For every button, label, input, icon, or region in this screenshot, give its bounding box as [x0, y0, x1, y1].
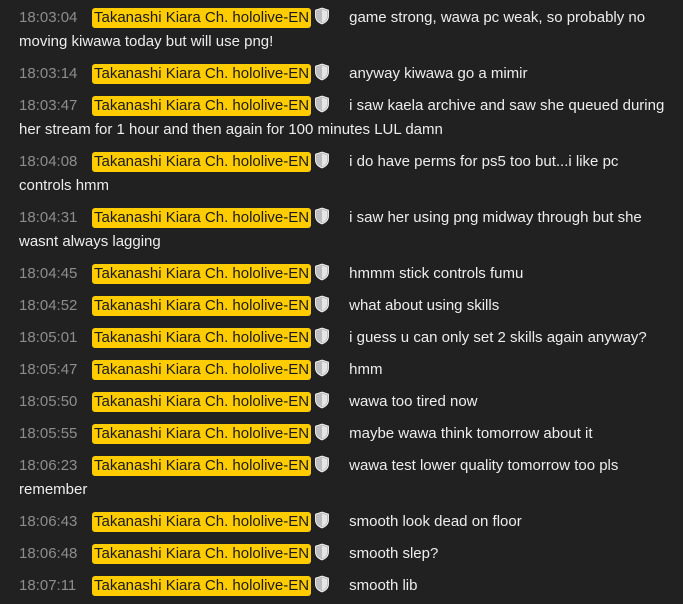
- message-timestamp: 18:05:01: [19, 329, 78, 346]
- chat-message: 18:05:55 Takanashi Kiara Ch. hololive-EN …: [19, 422, 675, 446]
- chat-message: 18:07:11 Takanashi Kiara Ch. hololive-EN …: [19, 574, 675, 598]
- message-timestamp: 18:04:31: [19, 209, 78, 226]
- author-name[interactable]: Takanashi Kiara Ch. hololive-EN: [92, 96, 312, 116]
- message-text: smooth slep?: [349, 545, 439, 562]
- moderator-shield-icon: [315, 151, 330, 169]
- chat-message: 18:04:08 Takanashi Kiara Ch. hololive-EN …: [19, 150, 675, 198]
- author-name[interactable]: Takanashi Kiara Ch. hololive-EN: [92, 544, 312, 564]
- author-name[interactable]: Takanashi Kiara Ch. hololive-EN: [92, 392, 312, 412]
- message-timestamp: 18:04:08: [19, 153, 78, 170]
- chat-message: 18:05:01 Takanashi Kiara Ch. hololive-EN …: [19, 326, 675, 350]
- chat-message: 18:06:43 Takanashi Kiara Ch. hololive-EN …: [19, 510, 675, 534]
- message-timestamp: 18:06:43: [19, 513, 78, 530]
- author-name[interactable]: Takanashi Kiara Ch. hololive-EN: [92, 8, 312, 28]
- moderator-shield-icon: [315, 63, 330, 81]
- moderator-shield-icon: [315, 327, 330, 345]
- moderator-shield-icon: [315, 423, 330, 441]
- message-text: smooth lib: [349, 577, 418, 594]
- message-timestamp: 18:06:48: [19, 545, 78, 562]
- moderator-shield-icon: [315, 7, 330, 25]
- author-name[interactable]: Takanashi Kiara Ch. hololive-EN: [92, 424, 312, 444]
- moderator-shield-icon: [315, 295, 330, 313]
- chat-message: 18:04:31 Takanashi Kiara Ch. hololive-EN …: [19, 206, 675, 254]
- message-text: smooth look dead on floor: [349, 513, 522, 530]
- message-text: wawa too tired now: [349, 393, 478, 410]
- chat-message: 18:04:52 Takanashi Kiara Ch. hololive-EN …: [19, 294, 675, 318]
- message-timestamp: 18:03:04: [19, 9, 78, 26]
- chat-message: 18:05:47 Takanashi Kiara Ch. hololive-EN …: [19, 358, 675, 382]
- author-name[interactable]: Takanashi Kiara Ch. hololive-EN: [92, 576, 312, 596]
- moderator-shield-icon: [315, 207, 330, 225]
- author-name[interactable]: Takanashi Kiara Ch. hololive-EN: [92, 208, 312, 228]
- message-text: maybe wawa think tomorrow about it: [349, 425, 593, 442]
- author-name[interactable]: Takanashi Kiara Ch. hololive-EN: [92, 456, 312, 476]
- message-text: i guess u can only set 2 skills again an…: [349, 329, 647, 346]
- message-text: hmm: [349, 361, 383, 378]
- author-name[interactable]: Takanashi Kiara Ch. hololive-EN: [92, 152, 312, 172]
- moderator-shield-icon: [315, 359, 330, 377]
- message-timestamp: 18:03:14: [19, 65, 78, 82]
- chat-message: 18:03:47 Takanashi Kiara Ch. hololive-EN …: [19, 94, 675, 142]
- author-name[interactable]: Takanashi Kiara Ch. hololive-EN: [92, 328, 312, 348]
- message-timestamp: 18:04:45: [19, 265, 78, 282]
- moderator-shield-icon: [315, 511, 330, 529]
- moderator-shield-icon: [315, 455, 330, 473]
- message-timestamp: 18:06:23: [19, 457, 78, 474]
- chat-log: 18:03:04 Takanashi Kiara Ch. hololive-EN …: [0, 0, 683, 598]
- message-text: what about using skills: [349, 297, 500, 314]
- moderator-shield-icon: [315, 263, 330, 281]
- chat-message: 18:03:14 Takanashi Kiara Ch. hololive-EN …: [19, 62, 675, 86]
- author-name[interactable]: Takanashi Kiara Ch. hololive-EN: [92, 264, 312, 284]
- message-timestamp: 18:04:52: [19, 297, 78, 314]
- message-timestamp: 18:05:47: [19, 361, 78, 378]
- moderator-shield-icon: [315, 391, 330, 409]
- message-text: hmmm stick controls fumu: [349, 265, 524, 282]
- chat-message: 18:06:23 Takanashi Kiara Ch. hololive-EN …: [19, 454, 675, 502]
- chat-message: 18:03:04 Takanashi Kiara Ch. hololive-EN …: [19, 6, 675, 54]
- message-timestamp: 18:05:55: [19, 425, 78, 442]
- author-name[interactable]: Takanashi Kiara Ch. hololive-EN: [92, 512, 312, 532]
- message-timestamp: 18:03:47: [19, 97, 78, 114]
- message-timestamp: 18:07:11: [19, 577, 77, 594]
- chat-message: 18:04:45 Takanashi Kiara Ch. hololive-EN …: [19, 262, 675, 286]
- moderator-shield-icon: [315, 575, 330, 593]
- message-timestamp: 18:05:50: [19, 393, 78, 410]
- author-name[interactable]: Takanashi Kiara Ch. hololive-EN: [92, 296, 312, 316]
- author-name[interactable]: Takanashi Kiara Ch. hololive-EN: [92, 360, 312, 380]
- moderator-shield-icon: [315, 95, 330, 113]
- moderator-shield-icon: [315, 543, 330, 561]
- author-name[interactable]: Takanashi Kiara Ch. hololive-EN: [92, 64, 312, 84]
- chat-message: 18:05:50 Takanashi Kiara Ch. hololive-EN …: [19, 390, 675, 414]
- chat-message: 18:06:48 Takanashi Kiara Ch. hololive-EN …: [19, 542, 675, 566]
- message-text: anyway kiwawa go a mimir: [349, 65, 528, 82]
